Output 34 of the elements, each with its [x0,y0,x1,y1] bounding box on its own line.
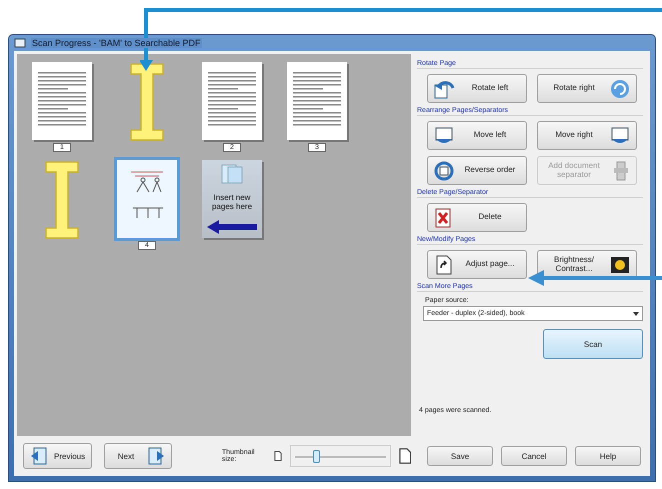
pages-icon [219,164,245,184]
scan-button[interactable]: Scan [543,329,643,359]
previous-button[interactable]: Previous [23,443,92,469]
app-icon [14,37,26,49]
thumbnail-size-slider[interactable] [290,445,390,467]
window-title: Scan Progress - 'BAM' to Searchable PDF [31,38,202,48]
rotate-right-icon [609,78,631,100]
page-thumbnail[interactable] [117,160,177,238]
page-thumbnail[interactable] [32,62,92,140]
toolbar-button[interactable]: Adjust page... [427,250,527,279]
reverse-icon [433,160,455,182]
dialog-button[interactable]: Cancel [501,446,568,466]
previous-page-icon [30,447,48,465]
toolbar-button[interactable]: Rotate left [427,74,527,103]
separator-thumbnail[interactable] [129,62,165,142]
toolbar-button[interactable]: Reverse order [427,156,527,185]
caret-icon [633,312,639,316]
small-page-icon [274,450,282,462]
dialog-button[interactable]: Save [427,446,494,466]
slider-thumb[interactable] [312,450,320,463]
left-arrow-icon [207,220,257,234]
insert-hint: Insert new pages here [210,193,254,211]
insert-pages-tile[interactable]: Insert new pages here [202,160,262,238]
toolbar-button[interactable]: Rotate right [537,74,637,103]
next-page-icon [146,447,165,465]
page-thumbnail[interactable] [202,62,262,140]
toolbar-button[interactable]: Delete [427,203,527,232]
large-page-icon [398,447,412,465]
page-thumbnail[interactable] [287,62,347,140]
next-button[interactable]: Next [104,443,172,469]
dialog-button[interactable]: Help [575,446,641,466]
separator-thumbnail[interactable] [44,160,80,240]
toolbar-button[interactable]: Move left [427,121,527,150]
toolbar-button[interactable]: Move right [537,121,637,150]
